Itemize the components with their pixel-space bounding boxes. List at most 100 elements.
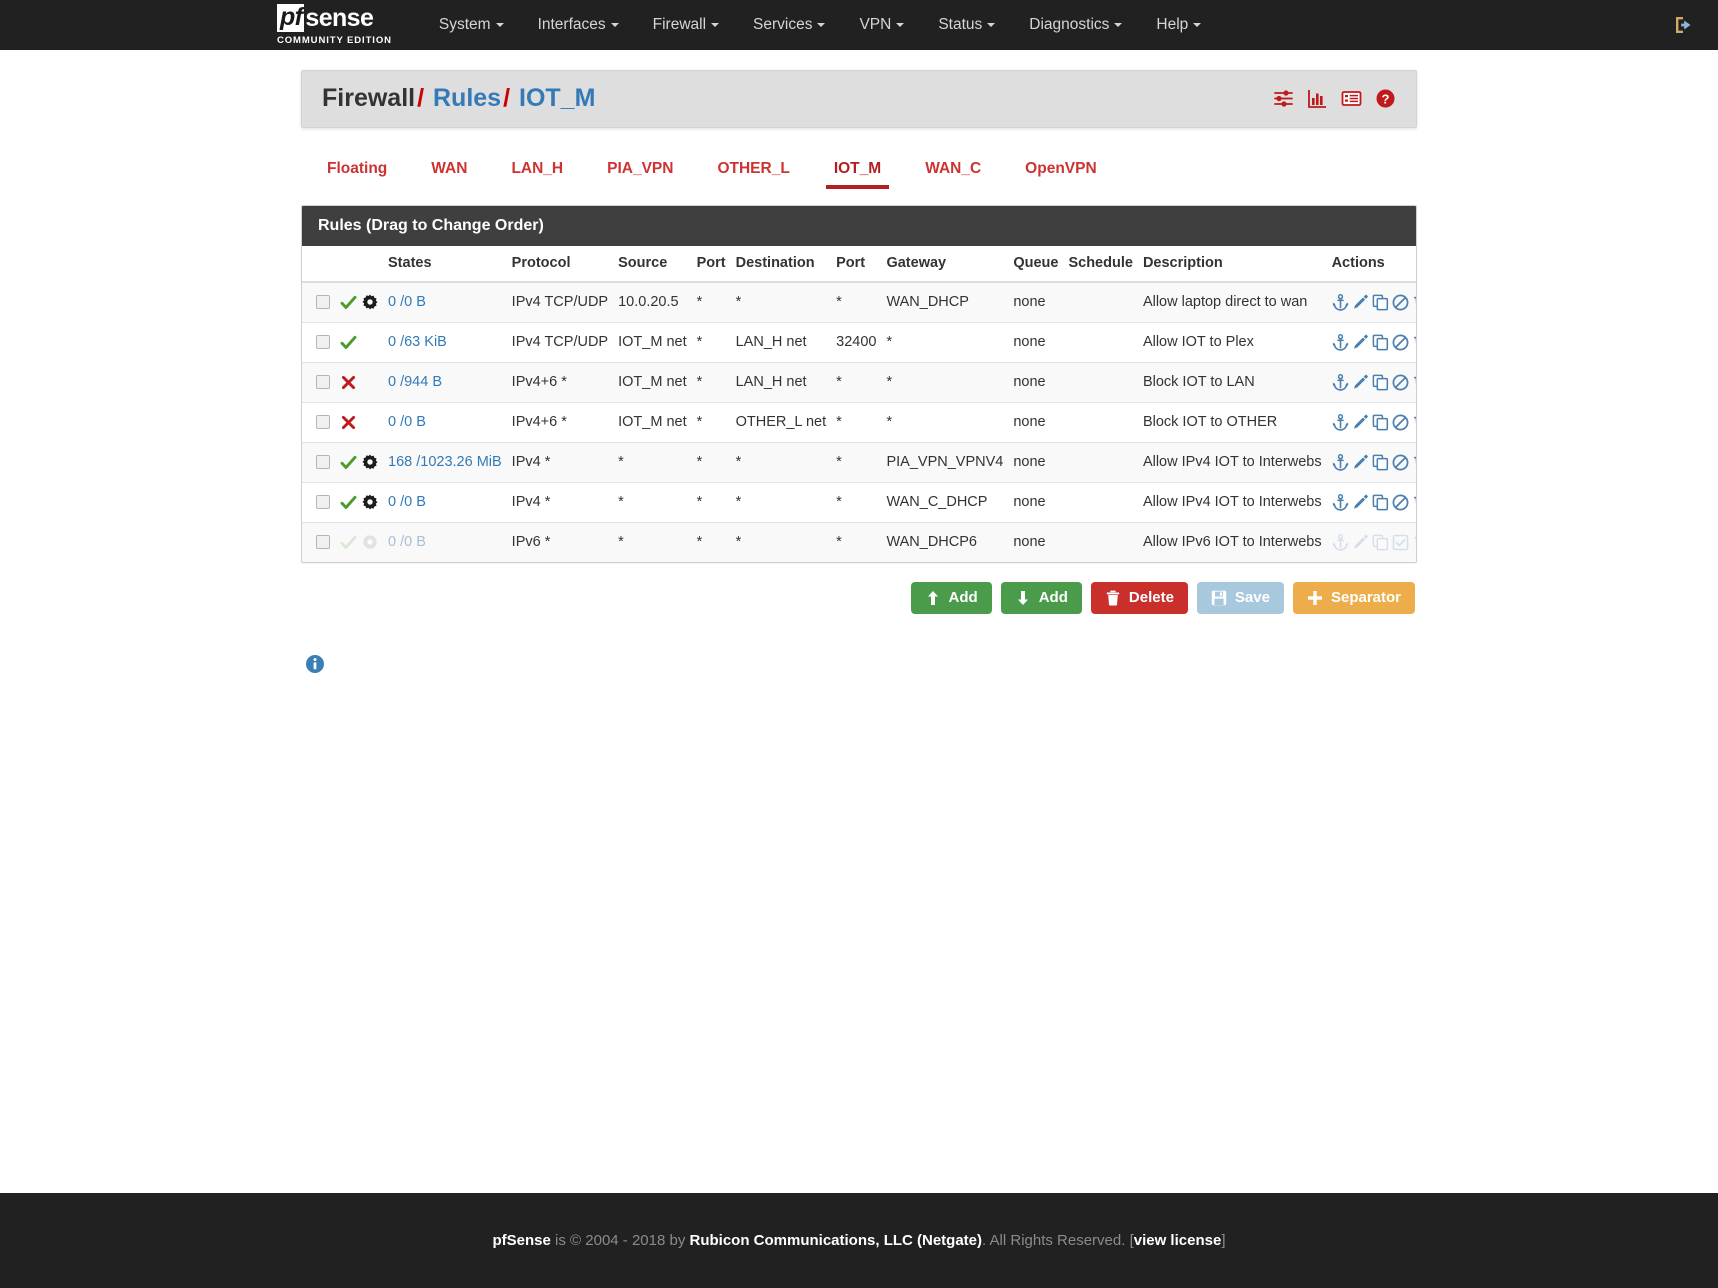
rule-states-link[interactable]: 0 /63 KiB [388, 334, 447, 350]
edit-pencil-icon[interactable] [1352, 534, 1369, 551]
anchor-icon[interactable] [1332, 413, 1349, 431]
table-row[interactable]: 0 /0 B IPv4 * * * * * WAN_C_DHCP none Allow IPv4… [302, 481, 1416, 522]
rule-queue: none [1008, 321, 1064, 362]
disable-ban-icon[interactable] [1392, 454, 1409, 471]
tab-wan[interactable]: WAN [409, 154, 489, 189]
rule-states-link[interactable]: 0 /0 B [388, 414, 426, 430]
logout-icon[interactable] [1672, 14, 1694, 36]
tab-openvpn[interactable]: OpenVPN [1003, 154, 1118, 189]
page-header-icons: ? [1273, 88, 1396, 109]
add-rule-top-button[interactable]: Add [910, 581, 992, 614]
nav-item-diagnostics[interactable]: Diagnostics [1012, 0, 1139, 50]
rule-states-link[interactable]: 168 /1023.26 MiB [388, 454, 502, 470]
copy-icon[interactable] [1372, 294, 1389, 311]
nav-item-firewall[interactable]: Firewall [636, 0, 736, 50]
disable-ban-icon[interactable] [1392, 414, 1409, 431]
filter-sliders-icon[interactable] [1273, 88, 1294, 109]
bar-chart-icon[interactable] [1307, 88, 1328, 109]
tab-wan-c[interactable]: WAN_C [903, 154, 1003, 189]
tab-other-l[interactable]: OTHER_L [695, 154, 811, 189]
delete-trash-icon[interactable] [1412, 374, 1416, 391]
table-row[interactable]: 0 /0 B IPv6 * * * * * WAN_DHCP6 none Allow IPv6 … [302, 521, 1416, 562]
rule-gateway: * [881, 401, 1009, 442]
anchor-icon[interactable] [1332, 333, 1349, 351]
delete-trash-icon[interactable] [1412, 294, 1416, 311]
copy-icon[interactable] [1372, 374, 1389, 391]
tab-lan-h[interactable]: LAN_H [489, 154, 585, 189]
rule-states-link[interactable]: 0 /944 B [388, 374, 442, 390]
anchor-icon[interactable] [1332, 293, 1349, 311]
tab-floating[interactable]: Floating [305, 154, 409, 189]
nav-item-status[interactable]: Status [921, 0, 1012, 50]
footer-company: Rubicon Communications, LLC (Netgate) [689, 1232, 983, 1249]
rule-select-checkbox[interactable] [316, 295, 330, 310]
copy-icon[interactable] [1372, 334, 1389, 351]
delete-trash-icon[interactable] [1412, 454, 1416, 471]
rule-protocol: IPv4+6 * [506, 361, 614, 402]
rule-states-link[interactable]: 0 /0 B [388, 534, 426, 550]
copy-icon[interactable] [1372, 414, 1389, 431]
rule-select-checkbox[interactable] [316, 455, 330, 470]
rule-select-checkbox[interactable] [316, 495, 330, 510]
legend-info-row [301, 654, 1417, 678]
copy-icon[interactable] [1372, 454, 1389, 471]
anchor-icon[interactable] [1332, 493, 1349, 511]
table-row[interactable]: 0 /944 B IPv4+6 * IOT_M net * LAN_H net * * non… [302, 361, 1416, 402]
table-row[interactable]: 168 /1023.26 MiB IPv4 * * * * * PIA_VPN_VPNV4 n… [302, 441, 1416, 482]
copy-icon[interactable] [1372, 534, 1389, 551]
anchor-icon[interactable] [1332, 533, 1349, 551]
rule-queue: none [1008, 481, 1064, 522]
delete-trash-icon[interactable] [1412, 494, 1416, 511]
edit-pencil-icon[interactable] [1352, 414, 1369, 431]
edit-pencil-icon[interactable] [1352, 374, 1369, 391]
disable-ban-icon[interactable] [1392, 294, 1409, 311]
enable-check-square-icon[interactable] [1392, 534, 1409, 551]
add-rule-bottom-button[interactable]: Add [1000, 581, 1082, 614]
delete-trash-icon[interactable] [1412, 334, 1416, 351]
nav-item-help[interactable]: Help [1139, 0, 1218, 50]
rule-destination: * [730, 481, 832, 522]
nav-item-interfaces[interactable]: Interfaces [521, 0, 636, 50]
rule-select-checkbox[interactable] [316, 375, 330, 390]
breadcrumb-rules-link[interactable]: Rules [433, 84, 501, 112]
nav-item-services[interactable]: Services [736, 0, 842, 50]
delete-button[interactable]: Delete [1090, 581, 1188, 614]
delete-trash-icon[interactable] [1412, 534, 1416, 551]
info-circle-icon[interactable] [305, 654, 325, 674]
copy-icon[interactable] [1372, 494, 1389, 511]
separator-button[interactable]: Separator [1292, 581, 1415, 614]
table-row[interactable]: 0 /0 B IPv4 TCP/UDP 10.0.20.5 * * * WAN_DHCP no… [302, 281, 1416, 322]
edit-pencil-icon[interactable] [1352, 294, 1369, 311]
table-row[interactable]: 0 /0 B IPv4+6 * IOT_M net * OTHER_L net * * non… [302, 401, 1416, 442]
tab-iot-m[interactable]: IOT_M [812, 154, 903, 189]
nav-item-system[interactable]: System [422, 0, 521, 50]
table-row[interactable]: 0 /63 KiB IPv4 TCP/UDP IOT_M net * LAN_H net… [302, 321, 1416, 362]
rule-states-link[interactable]: 0 /0 B [388, 294, 426, 310]
save-button[interactable]: Save [1196, 581, 1284, 614]
rule-states: 0 /0 B [383, 521, 507, 562]
delete-trash-icon[interactable] [1412, 414, 1416, 431]
breadcrumb-iot-m-link[interactable]: IOT_M [519, 84, 595, 112]
view-license-link[interactable]: view license [1134, 1232, 1222, 1249]
breadcrumb-sep-2: / [503, 84, 511, 112]
disable-ban-icon[interactable] [1392, 494, 1409, 511]
disable-ban-icon[interactable] [1392, 334, 1409, 351]
nav-item-vpn[interactable]: VPN [842, 0, 921, 50]
rule-schedule [1063, 521, 1138, 562]
rule-select-checkbox[interactable] [316, 415, 330, 430]
edit-pencil-icon[interactable] [1352, 334, 1369, 351]
log-list-icon[interactable] [1341, 88, 1362, 109]
rule-states-link[interactable]: 0 /0 B [388, 494, 426, 510]
tab-pia-vpn[interactable]: PIA_VPN [585, 154, 695, 189]
anchor-icon[interactable] [1332, 373, 1349, 391]
edit-pencil-icon[interactable] [1352, 494, 1369, 511]
rule-queue: none [1008, 521, 1064, 562]
pfsense-logo[interactable]: pf sense COMMUNITY EDITION [277, 0, 392, 50]
rule-select-checkbox[interactable] [316, 335, 330, 350]
rule-select-checkbox[interactable] [316, 535, 330, 550]
interface-tabs: Floating WAN LAN_H PIA_VPN OTHER_L IOT_M WAN_C… [301, 154, 1417, 189]
disable-ban-icon[interactable] [1392, 374, 1409, 391]
help-circle-icon[interactable]: ? [1375, 88, 1396, 109]
anchor-icon[interactable] [1332, 453, 1349, 471]
edit-pencil-icon[interactable] [1352, 454, 1369, 471]
